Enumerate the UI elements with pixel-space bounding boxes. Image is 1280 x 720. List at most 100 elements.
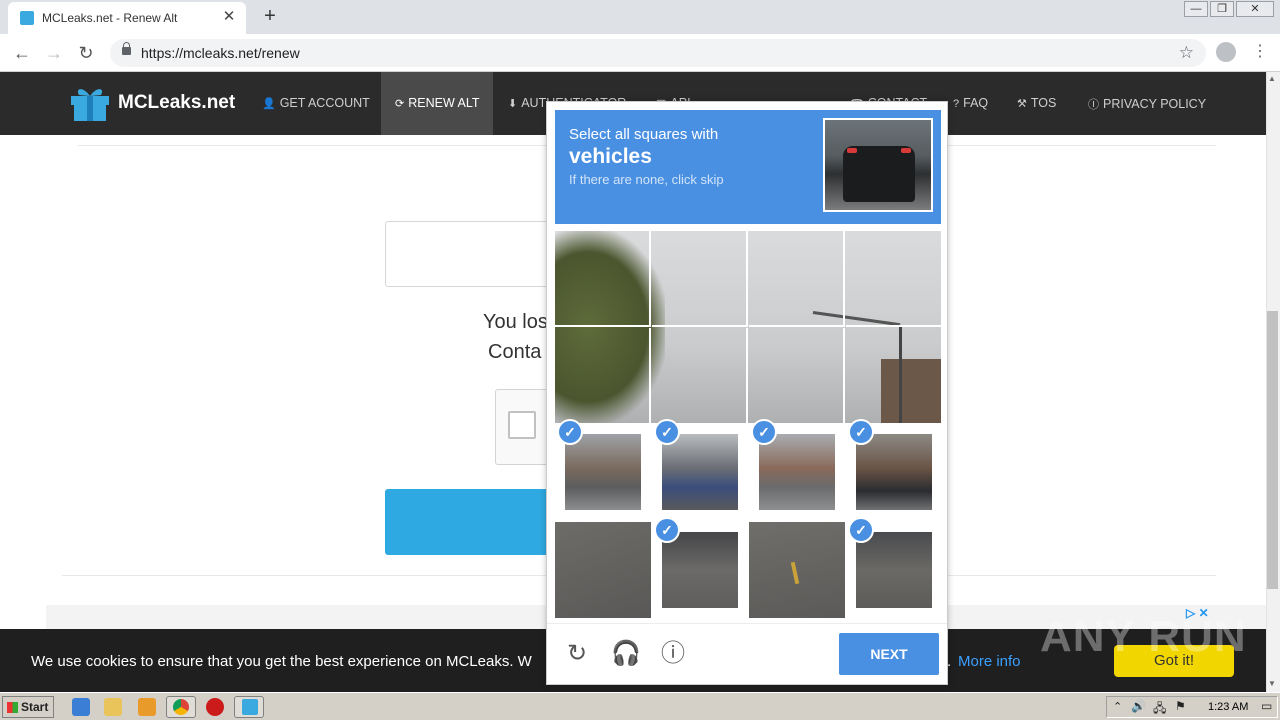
reload-icon[interactable]: ↻ [74, 42, 98, 64]
captcha-challenge-popup: Select all squares with vehicles If ther… [546, 101, 948, 685]
new-tab-button[interactable]: + [259, 5, 281, 27]
nav-faq[interactable]: ? FAQ [953, 96, 988, 110]
selected-check-icon: ✓ [751, 419, 777, 445]
mcleaks-taskbar-button[interactable] [234, 696, 264, 718]
logo-text[interactable]: MCLeaks.net [118, 92, 235, 114]
nav-privacy-policy[interactable]: ⓘ PRIVACY POLICY [1088, 96, 1206, 112]
show-desktop-icon[interactable]: ▭ [1261, 699, 1272, 713]
content-message-line2: Conta [488, 341, 542, 363]
cookie-message: We use cookies to ensure that you get th… [31, 653, 532, 670]
tile-image [856, 532, 932, 608]
captcha-hint: If there are none, click skip [569, 172, 724, 187]
captcha-tile[interactable] [749, 231, 845, 327]
gift-logo-icon[interactable] [69, 84, 111, 122]
selected-check-icon: ✓ [654, 517, 680, 543]
browser-menu-icon[interactable]: ⋮ [1252, 42, 1268, 64]
network-icon[interactable]: 🖧 [1153, 699, 1166, 720]
selected-check-icon: ✓ [654, 419, 680, 445]
forward-icon[interactable]: → [42, 42, 66, 64]
sample-car-shape [843, 146, 915, 202]
tab-title: MCLeaks.net - Renew Alt [42, 11, 178, 25]
system-tray: ⌃ 🔊 🖧 ⚑ ▭ [1106, 696, 1278, 718]
ie-icon[interactable] [72, 698, 90, 716]
captcha-tile[interactable] [846, 328, 941, 423]
tile-image [856, 434, 932, 510]
opera-icon[interactable] [206, 698, 224, 716]
captcha-target-object: vehicles [569, 145, 652, 168]
restore-button[interactable]: ❐ [1210, 1, 1234, 17]
anyrun-watermark: ANY RUN [1040, 612, 1247, 661]
cookie-more-info-link[interactable]: More info [958, 653, 1021, 670]
nav-tos[interactable]: ⚒ TOS [1017, 96, 1056, 110]
captcha-tile[interactable] [555, 328, 651, 423]
gift-icon [242, 699, 258, 715]
tile-image [555, 522, 651, 618]
chrome-taskbar-button[interactable] [166, 696, 196, 718]
explorer-folder-icon[interactable] [104, 698, 122, 716]
sample-taillight [901, 148, 911, 153]
download-icon: ⬇ [508, 98, 518, 110]
lock-icon [122, 42, 131, 55]
minimize-button[interactable]: — [1184, 1, 1208, 17]
captcha-tile[interactable] [555, 231, 651, 327]
captcha-image-grid-bottom: ✓ ✓ ✓ ✓ ✓ ✓ [555, 419, 941, 618]
action-center-flag-icon[interactable]: ⚑ [1175, 699, 1186, 713]
captcha-tile[interactable] [749, 522, 845, 618]
bookmark-star-icon[interactable]: ☆ [1179, 43, 1194, 63]
info-icon: ⓘ [1088, 99, 1099, 111]
browser-tab[interactable]: MCLeaks.net - Renew Alt ✕ [8, 2, 246, 34]
renew-submit-button[interactable] [385, 489, 555, 555]
captcha-footer-divider [547, 623, 947, 624]
windows-logo-icon [7, 702, 18, 713]
browser-tab-bar: MCLeaks.net - Renew Alt ✕ + — ❐ ✕ [0, 0, 1280, 34]
volume-icon[interactable]: 🔊 [1131, 699, 1146, 713]
captcha-prompt: Select all squares with [569, 126, 719, 143]
captcha-header: Select all squares with vehicles If ther… [555, 110, 941, 224]
nav-get-account[interactable]: 👤 GET ACCOUNT [262, 96, 370, 110]
nav-renew-alt[interactable]: ⟳ RENEW ALT [395, 96, 480, 110]
selected-check-icon: ✓ [557, 419, 583, 445]
selected-check-icon: ✓ [848, 517, 874, 543]
scroll-down-arrow-icon[interactable]: ▼ [1268, 679, 1276, 688]
reload-challenge-icon[interactable]: ↻ [563, 640, 591, 668]
content-message-line1: You los [483, 311, 548, 333]
chrome-icon [173, 699, 189, 715]
start-button[interactable]: Start [2, 696, 54, 718]
captcha-image-grid-top [555, 231, 941, 423]
taskbar-clock[interactable]: 1:23 AM [1208, 701, 1248, 713]
captcha-sample-image [823, 118, 933, 212]
media-player-icon[interactable] [138, 698, 156, 716]
back-icon[interactable]: ← [10, 42, 34, 64]
alt-token-input[interactable] [385, 221, 555, 287]
tile-image [759, 434, 835, 510]
question-icon: ? [953, 98, 960, 110]
address-toolbar: ← → ↻ https://mcleaks.net/renew ☆ ⋮ [0, 34, 1280, 72]
audio-challenge-headphones-icon[interactable]: 🎧 [611, 640, 641, 668]
tile-image [662, 434, 738, 510]
tile-image [749, 522, 845, 618]
captcha-tile[interactable] [555, 522, 651, 618]
captcha-tile[interactable] [652, 328, 748, 423]
close-window-button[interactable]: ✕ [1236, 1, 1274, 17]
url-text: https://mcleaks.net/renew [141, 45, 300, 61]
gavel-icon: ⚒ [1017, 98, 1027, 110]
captcha-tile[interactable] [749, 328, 845, 423]
refresh-icon: ⟳ [395, 98, 405, 110]
scroll-up-arrow-icon[interactable]: ▲ [1268, 74, 1276, 83]
help-info-icon[interactable]: ⓘ [659, 640, 687, 668]
close-tab-icon[interactable]: ✕ [220, 8, 238, 26]
tile-image [662, 532, 738, 608]
captcha-tile[interactable] [652, 231, 748, 327]
captcha-next-button[interactable]: NEXT [839, 633, 939, 675]
captcha-tile[interactable] [846, 231, 941, 327]
tile-image [565, 434, 641, 510]
scrollbar-thumb[interactable] [1267, 311, 1278, 589]
windows-taskbar: Start ⌃ 🔊 🖧 ⚑ ▭ 1:23 AM [0, 692, 1280, 720]
tray-expand-icon[interactable]: ⌃ [1113, 700, 1122, 713]
sample-taillight [847, 148, 857, 153]
recaptcha-checkbox[interactable] [508, 411, 536, 439]
url-bar[interactable]: https://mcleaks.net/renew ☆ [110, 39, 1206, 67]
profile-avatar-icon[interactable] [1216, 42, 1236, 62]
selected-check-icon: ✓ [848, 419, 874, 445]
user-plus-icon: 👤 [262, 98, 276, 110]
